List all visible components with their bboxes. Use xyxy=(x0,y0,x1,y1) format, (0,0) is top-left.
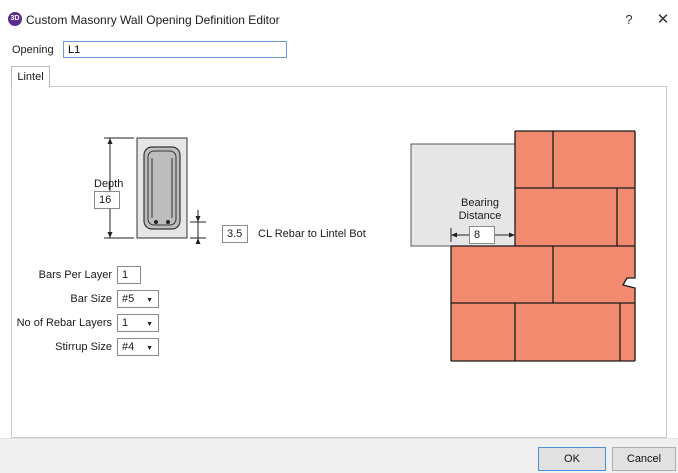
opening-label: Opening xyxy=(12,44,54,56)
rebar-bar xyxy=(166,220,170,224)
bearing-distance-input[interactable]: 8 xyxy=(469,226,495,244)
stirrup-size-value: #4 xyxy=(122,341,135,353)
rebar-layers-value: 1 xyxy=(122,317,129,329)
bearing-label-line1: Bearing xyxy=(449,197,511,209)
wall-bearing-diagram xyxy=(410,130,636,362)
bar-size-label: Bar Size xyxy=(70,293,112,305)
bars-per-layer-label: Bars Per Layer xyxy=(38,269,112,281)
cl-rebar-label: CL Rebar to Lintel Bot xyxy=(258,228,366,240)
chevron-down-icon: ▼ xyxy=(146,345,153,352)
rebar-bar xyxy=(154,220,158,224)
bar-size-select[interactable]: #5 ▼ xyxy=(117,290,159,308)
bars-per-layer-input[interactable]: 1 xyxy=(117,266,141,284)
dialog-footer: OK Cancel xyxy=(0,438,678,473)
chevron-down-icon: ▼ xyxy=(146,321,153,328)
rebar-layers-select[interactable]: 1 ▼ xyxy=(117,314,159,332)
depth-label: Depth xyxy=(94,178,124,190)
stirrup-size-select[interactable]: #4 ▼ xyxy=(117,338,159,356)
title-bar: 3D Custom Masonry Wall Opening Definitio… xyxy=(0,0,678,34)
tab-lintel[interactable]: Lintel xyxy=(11,66,50,87)
cancel-button[interactable]: Cancel xyxy=(612,447,676,471)
app-icon: 3D xyxy=(8,12,22,26)
bearing-label-line2: Distance xyxy=(449,210,511,222)
bar-size-value: #5 xyxy=(122,293,135,305)
opening-input[interactable] xyxy=(63,41,287,58)
close-button[interactable]: ✕ xyxy=(652,9,674,31)
depth-input[interactable]: 16 xyxy=(94,191,120,209)
window-title: Custom Masonry Wall Opening Definition E… xyxy=(26,13,280,27)
rebar-layers-label: No of Rebar Layers xyxy=(16,317,112,329)
chevron-down-icon: ▼ xyxy=(146,297,153,304)
stirrup-size-label: Stirrup Size xyxy=(55,341,112,353)
ok-button[interactable]: OK xyxy=(538,447,606,471)
help-button[interactable]: ? xyxy=(618,9,640,31)
cl-rebar-input[interactable]: 3.5 xyxy=(222,225,248,243)
